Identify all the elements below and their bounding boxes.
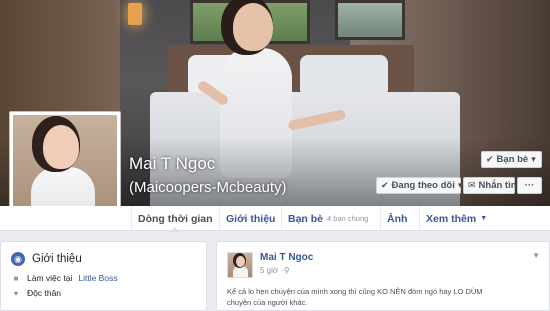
cover-window-right	[335, 0, 405, 40]
intro-header: ◉ Giới thiệu	[11, 252, 82, 266]
tab-more[interactable]: Xem thêm ▼	[419, 206, 493, 231]
chevron-down-icon: ▾	[531, 154, 536, 164]
heart-icon: ♥	[13, 288, 19, 298]
post-author-name[interactable]: Mai T Ngoc	[260, 252, 313, 263]
tab-about-label: Giới thiệu	[226, 212, 276, 225]
tab-about[interactable]: Giới thiệu	[219, 206, 281, 231]
following-button[interactable]: ✔ Đang theo dõi ▾	[376, 177, 463, 194]
messenger-icon: ✉	[468, 180, 476, 190]
more-options-icon: ···	[524, 180, 535, 191]
mutual-friends-count: 4 bạn chung	[327, 214, 369, 223]
work-prefix: Làm việc tại	[27, 273, 73, 283]
tab-photos-label: Ảnh	[387, 212, 408, 225]
profile-alternate-name: (Maicoopers-Mcbeauty)	[129, 179, 287, 196]
message-button-label: Nhắn tin	[478, 180, 517, 191]
chevron-down-icon: ▼	[480, 215, 488, 222]
post-text: Kể cả lo hẹn chuyện của mình xong thì cũ…	[227, 287, 483, 307]
following-button-label: Đang theo dõi	[391, 180, 455, 191]
post-options-chevron-icon[interactable]: ▼	[532, 251, 540, 260]
work-place-link[interactable]: Little Boss	[78, 273, 117, 283]
intro-work-row: ■ Làm việc tại Little Boss	[11, 273, 118, 283]
tab-timeline-label: Dòng thời gian	[138, 212, 213, 225]
post-author-avatar[interactable]	[227, 252, 253, 278]
friends-button-label: Bạn bè	[496, 154, 529, 165]
checkmark-icon: ✔	[381, 180, 389, 190]
cover-person-head	[233, 3, 273, 51]
intro-title: Giới thiệu	[32, 253, 82, 265]
intro-card: ◉ Giới thiệu ■ Làm việc tại Little Boss …	[0, 241, 207, 311]
intro-relationship-row: ♥ Độc thân	[11, 288, 61, 298]
friends-button[interactable]: ✔ Bạn bè ▾	[481, 151, 542, 168]
checkmark-icon: ✔	[486, 154, 494, 164]
post-timestamp[interactable]: 5 giờ ·⚲	[260, 266, 290, 275]
avatar-body	[233, 266, 248, 277]
globe-icon: ◉	[11, 252, 25, 266]
relationship-status: Độc thân	[27, 288, 62, 298]
message-button[interactable]: ✉ Nhắn tin	[463, 177, 517, 194]
tab-timeline[interactable]: Dòng thời gian	[131, 206, 219, 232]
post-time-label: 5 giờ	[260, 266, 279, 275]
cover-lamp	[128, 3, 142, 25]
profile-tab-bar: Dòng thời gian Giới thiệu Bạn bè 4 bạn c…	[0, 206, 550, 232]
tab-friends[interactable]: Bạn bè 4 bạn chung	[281, 206, 374, 231]
cover-pillow	[300, 55, 388, 97]
profile-person-head	[43, 125, 79, 169]
tab-more-label: Xem thêm	[426, 212, 477, 225]
privacy-icon: ·⚲	[281, 266, 290, 275]
more-options-button[interactable]: ···	[517, 177, 542, 194]
tab-photos[interactable]: Ảnh	[380, 206, 413, 231]
avatar-head	[236, 256, 245, 267]
profile-photo	[13, 115, 117, 219]
profile-name[interactable]: Mai T Ngoc	[129, 154, 215, 174]
post-card: Mai T Ngoc 5 giờ ·⚲ ▼ Kể cả lo hẹn chuyệ…	[216, 241, 550, 311]
chevron-down-icon: ▾	[457, 180, 463, 190]
tab-friends-label: Bạn bè	[288, 212, 324, 225]
briefcase-icon: ■	[13, 273, 19, 283]
